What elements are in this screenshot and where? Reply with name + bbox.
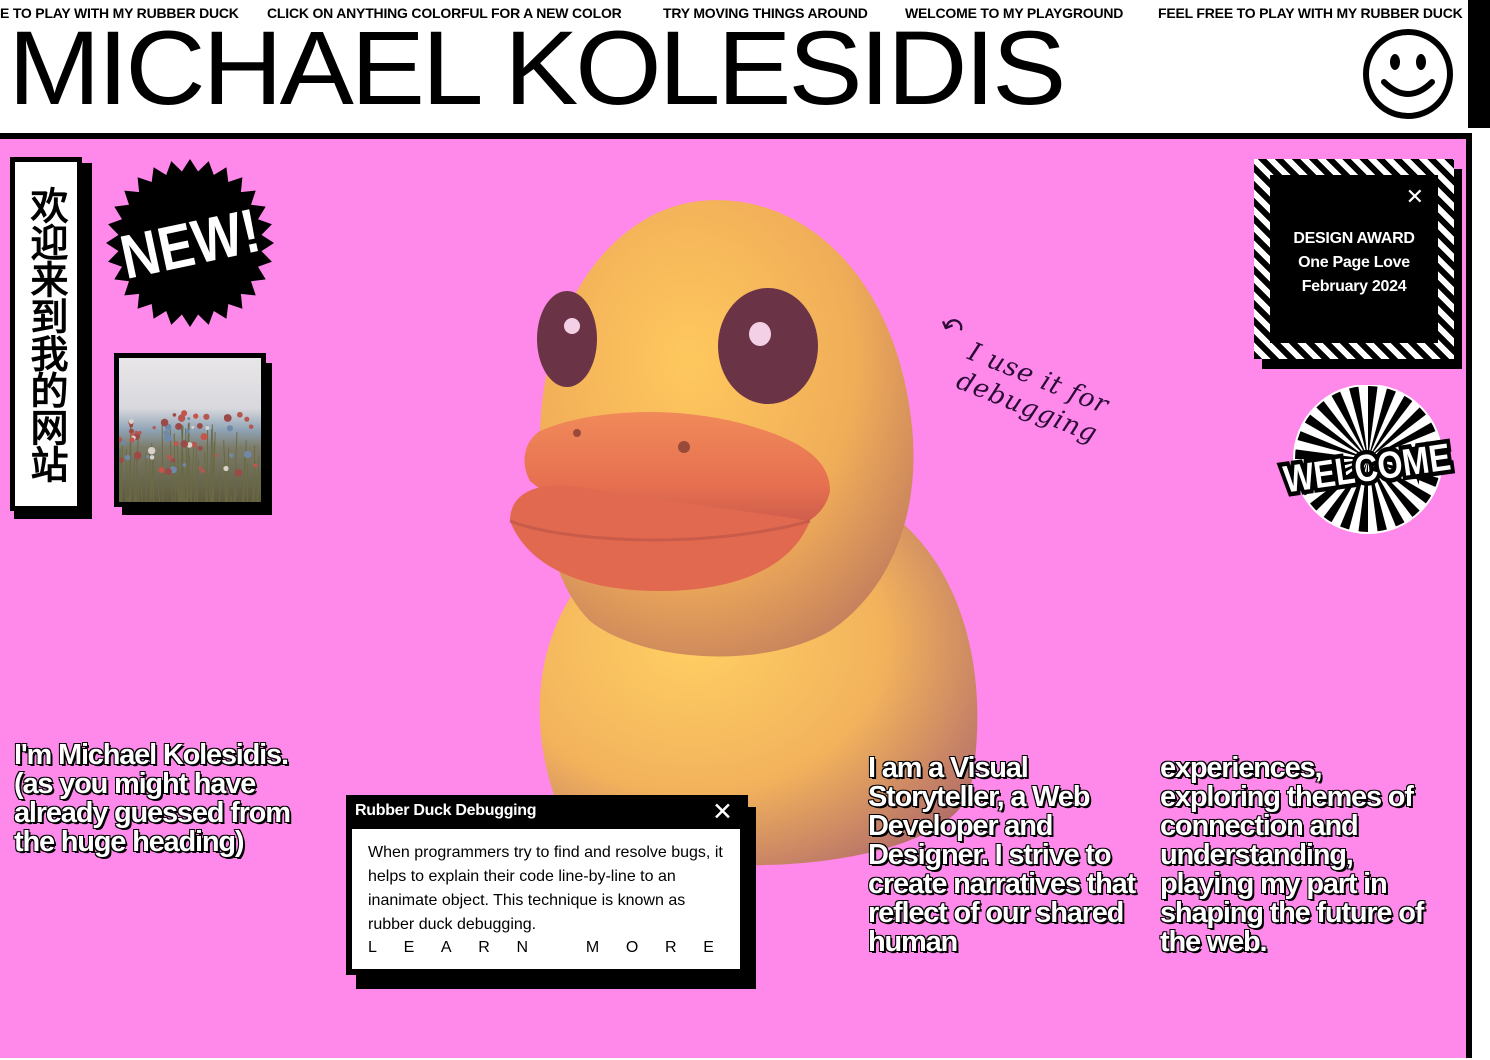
award-source: One Page Love (1298, 254, 1410, 271)
award-date: February 2024 (1301, 278, 1407, 295)
rubber-duck-debugging-card[interactable]: Rubber Duck Debugging ✕ When programmers… (346, 795, 748, 975)
award-text: DESIGN AWARD One Page Love February 2024 (1270, 227, 1438, 299)
chinese-welcome-banner[interactable]: 欢迎来到我的网站 (10, 157, 82, 511)
close-icon[interactable]: ✕ (1406, 185, 1424, 210)
welcome-badge[interactable]: WELCOME (1276, 384, 1458, 540)
header-edge (1468, 0, 1490, 128)
page: E TO PLAY WITH MY RUBBER DUCK CLICK ON A… (0, 0, 1490, 1060)
smiley-face-icon[interactable] (1360, 26, 1456, 122)
new-badge[interactable]: NEW! (104, 157, 276, 329)
award-title: DESIGN AWARD (1293, 230, 1415, 247)
bio-column-1: I am a Visual Storyteller, a Web Develop… (867, 752, 1137, 958)
debug-card-description: When programmers try to find and resolve… (368, 844, 723, 933)
page-margin (1472, 128, 1490, 1060)
flower-field-photo[interactable] (114, 353, 266, 507)
site-title: MICHAEL KOLESIDIS (8, 10, 1066, 127)
chinese-welcome-text: 欢迎来到我的网站 (24, 186, 68, 482)
sunburst-icon: WELCOME (1277, 384, 1458, 534)
design-award-card[interactable]: ✕ DESIGN AWARD One Page Love February 20… (1270, 175, 1438, 343)
marquee-item: FEEL FREE TO PLAY WITH MY RUBBER DUCK (1158, 5, 1463, 21)
debug-card-title: Rubber Duck Debugging (355, 802, 537, 819)
close-icon[interactable]: ✕ (712, 797, 733, 826)
intro-text: I'm Michael Kolesidis. (as you might hav… (13, 739, 292, 858)
playground-stage[interactable]: 欢迎来到我的网站 NEW! ↶ I use it for debugging ✕… (0, 133, 1472, 1060)
debug-card-body: When programmers try to find and resolve… (352, 829, 740, 969)
learn-more-link[interactable]: LEARN MORE (368, 939, 714, 957)
bio-column-2: experiences, exploring themes of connect… (1159, 752, 1425, 958)
starburst-icon: NEW! (106, 159, 274, 327)
